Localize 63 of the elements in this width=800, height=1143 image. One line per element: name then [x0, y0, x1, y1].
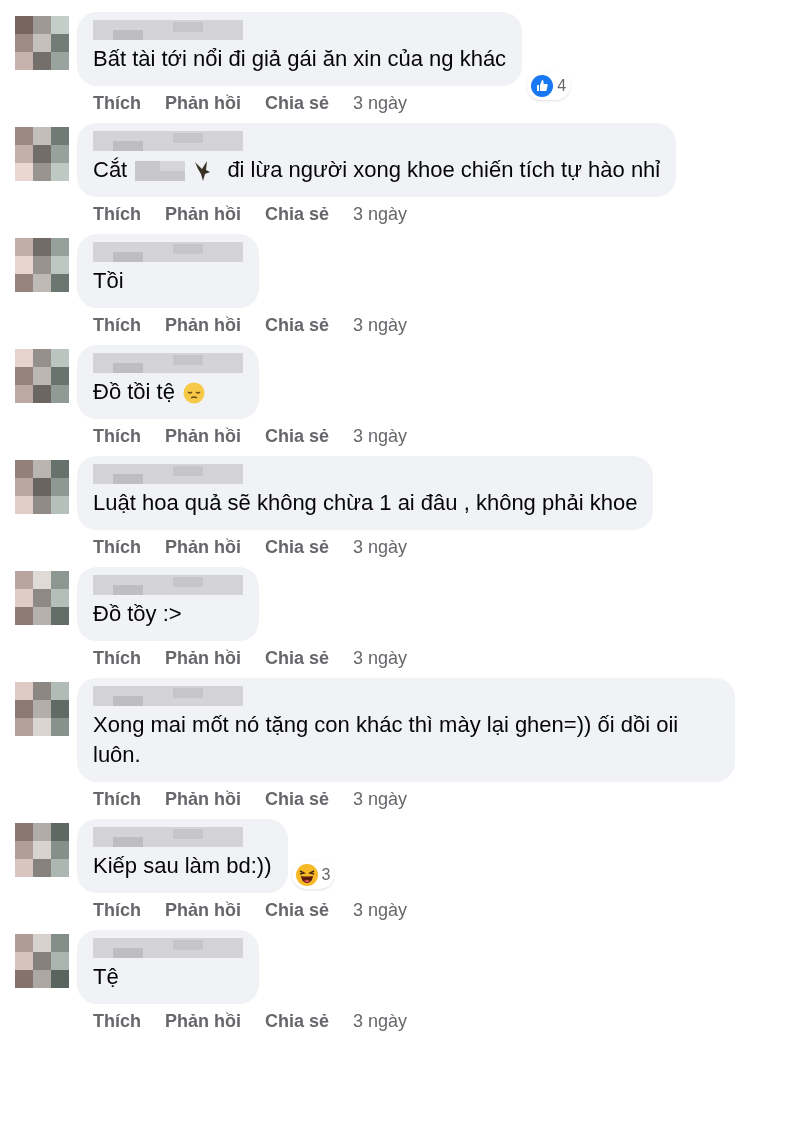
- comment-text: Tồi: [93, 268, 124, 293]
- blurred-avatar[interactable]: [15, 460, 69, 514]
- blurred-avatar[interactable]: [15, 349, 69, 403]
- comment-action-link[interactable]: Chia sẻ: [265, 897, 330, 924]
- comment-action-link[interactable]: Chia sẻ: [265, 1008, 330, 1035]
- comment-text: Bất tài tới nổi đi giả gái ăn xin của ng khác: [93, 46, 507, 71]
- comment-action-link[interactable]: Phản hồi: [165, 90, 241, 117]
- comment-time[interactable]: 3 ngày: [353, 312, 408, 339]
- comment-action-link[interactable]: Phản hồi: [165, 423, 241, 450]
- comment-time[interactable]: 3 ngày: [353, 1008, 408, 1035]
- comment-action-link[interactable]: Thích: [93, 786, 141, 813]
- blurred-text: [135, 161, 186, 182]
- comment-time[interactable]: 3 ngày: [353, 786, 408, 813]
- comment-action-link[interactable]: Thích: [93, 90, 141, 117]
- comment-action-link[interactable]: Phản hồi: [165, 786, 241, 813]
- comment-action-link[interactable]: Thích: [93, 423, 141, 450]
- laughing-emoji-icon: [295, 864, 318, 886]
- comment-time[interactable]: 3 ngày: [353, 423, 408, 450]
- comment-action-link[interactable]: Phản hồi: [165, 201, 241, 228]
- blurred-avatar[interactable]: [15, 682, 69, 736]
- comment-time[interactable]: 3 ngày: [353, 897, 408, 924]
- reaction-count: 4: [557, 76, 567, 96]
- comment-time[interactable]: 3 ngày: [353, 201, 408, 228]
- reaction-badge[interactable]: 3: [291, 861, 335, 889]
- sad-emoji-icon: [182, 382, 205, 405]
- comment-action-link[interactable]: Chia sẻ: [265, 201, 330, 228]
- comment-text: Đồ tồi tệ: [93, 379, 175, 404]
- comment-action-link[interactable]: Thích: [93, 312, 141, 339]
- blurred-avatar[interactable]: [15, 16, 69, 70]
- comment-text: đi lừa người xong khoe chiến tích tự hào nhỉ: [227, 157, 661, 182]
- comment-action-link[interactable]: Chia sẻ: [265, 534, 330, 561]
- comment-text: Tệ: [93, 964, 119, 989]
- blurred-avatar[interactable]: [15, 127, 69, 181]
- comment-time[interactable]: 3 ngày: [353, 90, 408, 117]
- comment-action-link[interactable]: Phản hồi: [165, 897, 241, 924]
- comment-action-link[interactable]: Phản hồi: [165, 1008, 241, 1035]
- comment-action-link[interactable]: Thích: [93, 645, 141, 672]
- blurred-avatar[interactable]: [15, 934, 69, 988]
- comment-action-link[interactable]: Phản hồi: [165, 645, 241, 672]
- reaction-count: 3: [321, 865, 331, 885]
- comment-action-link[interactable]: Phản hồi: [165, 312, 241, 339]
- comment-text: Luật hoa quả sẽ không chừa 1 ai đâu , không phải khoe: [93, 490, 638, 515]
- comment-action-link[interactable]: Thích: [93, 534, 141, 561]
- comment-time[interactable]: 3 ngày: [353, 534, 408, 561]
- comment-action-link[interactable]: Thích: [93, 201, 141, 228]
- comment-text: Kiếp sau làm bd:)): [93, 853, 272, 878]
- reaction-badge[interactable]: 4: [527, 72, 571, 100]
- comment-action-link[interactable]: Phản hồi: [165, 534, 241, 561]
- blurred-avatar[interactable]: [15, 571, 69, 625]
- comment-action-link[interactable]: Thích: [93, 1008, 141, 1035]
- comment-action-link[interactable]: Chia sẻ: [265, 423, 330, 450]
- comment-text: Đồ tồy :>: [93, 601, 182, 626]
- comment-action-link[interactable]: Chia sẻ: [265, 645, 330, 672]
- comment-action-link[interactable]: Thích: [93, 897, 141, 924]
- comment-time[interactable]: 3 ngày: [353, 645, 408, 672]
- comment-text: Cắt: [93, 157, 128, 182]
- comment-text: Xong mai mốt nó tặng con khác thì mày lại ghen=)) ối dồi oii luôn.: [93, 712, 679, 767]
- thumbs-up-icon: [531, 75, 554, 97]
- blurred-avatar[interactable]: [15, 823, 69, 877]
- comment-action-link[interactable]: Chia sẻ: [265, 312, 330, 339]
- comment-action-link[interactable]: Chia sẻ: [265, 786, 330, 813]
- blurred-avatar[interactable]: [15, 238, 69, 292]
- comment-action-link[interactable]: Chia sẻ: [265, 90, 330, 117]
